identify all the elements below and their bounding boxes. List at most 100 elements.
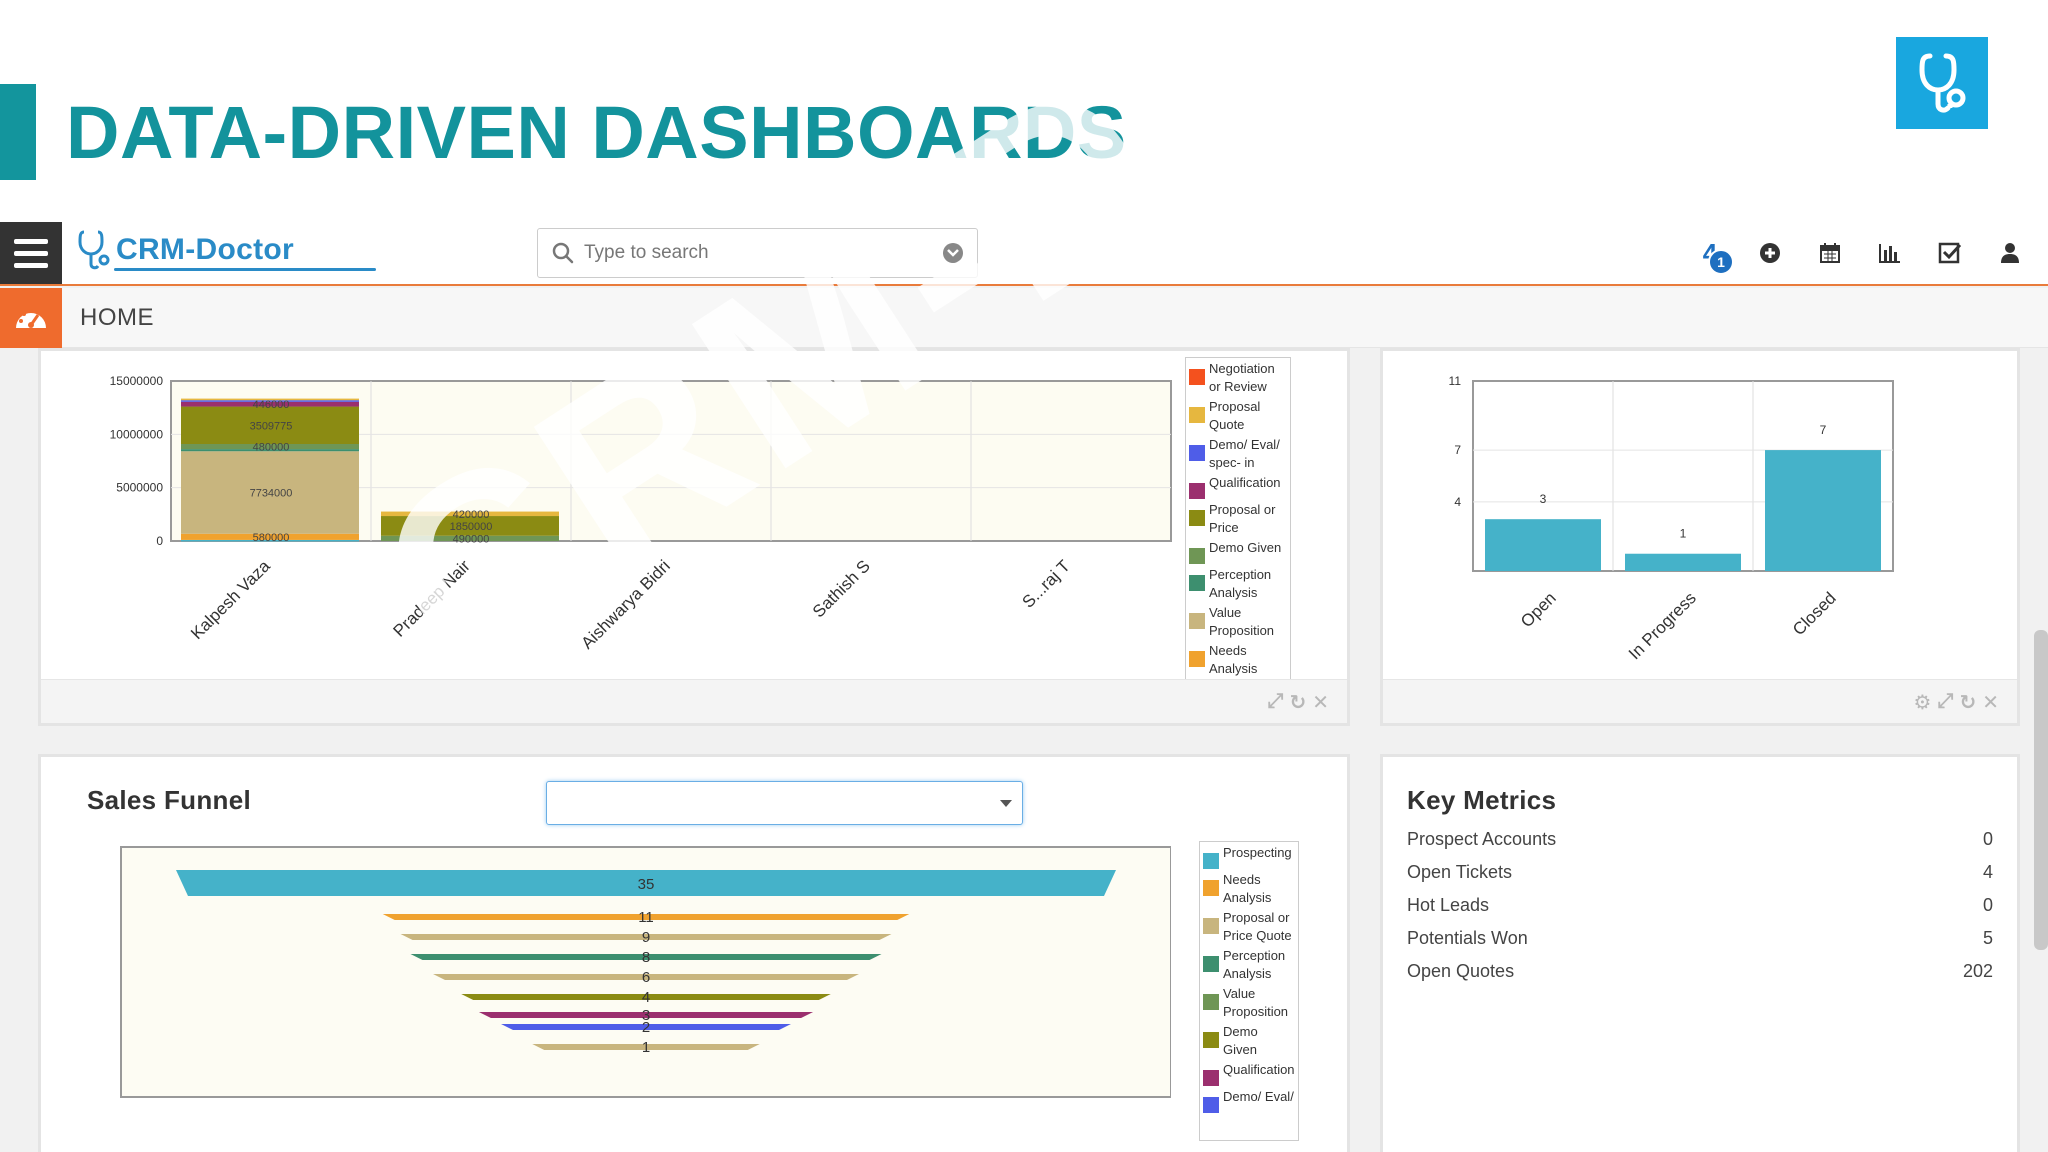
metric-row[interactable]: Open Quotes 202 xyxy=(1407,961,1993,991)
legend-swatch xyxy=(1203,1032,1219,1048)
legend-swatch xyxy=(1189,548,1205,564)
bar-chart-icon[interactable] xyxy=(1860,223,1920,283)
tickets-status-panel: 11 7 4 3 Open 1 In Progress 7 Closed ⚙ ⤢ ↻ ✕ xyxy=(1380,348,2020,726)
legend-item[interactable]: Needs Analysis xyxy=(1203,871,1295,907)
legend-item[interactable]: Value Proposition xyxy=(1203,985,1295,1021)
legend-label: Demo/ Eval/ xyxy=(1223,1089,1294,1104)
funnel-value-label: 4 xyxy=(642,989,650,1006)
page-scrollbar[interactable] xyxy=(2034,630,2048,950)
refresh-icon[interactable]: ↻ xyxy=(1289,690,1306,715)
y-tick-label: 0 xyxy=(156,534,163,548)
legend-item[interactable]: Prospecting xyxy=(1203,844,1295,869)
legend-swatch xyxy=(1189,369,1205,385)
close-icon[interactable]: ✕ xyxy=(1982,690,1999,715)
brand-stethoscope-icon xyxy=(78,230,110,270)
legend-item[interactable]: Demo/ Eval/ spec- in xyxy=(1189,436,1287,472)
slide: DATA-DRIVEN DASHBOARDS CRM-Doctor Type t… xyxy=(0,0,2048,1152)
legend-item[interactable]: Demo Given xyxy=(1189,539,1287,564)
close-icon[interactable]: ✕ xyxy=(1312,690,1329,715)
top-icon-bar: 4 1 xyxy=(1680,220,2040,286)
legend-item[interactable]: Demo/ Eval/ xyxy=(1203,1088,1295,1113)
funnel-filter-select[interactable] xyxy=(546,781,1023,825)
sales-funnel-title: Sales Funnel xyxy=(87,785,251,815)
legend-swatch xyxy=(1189,613,1205,629)
legend-item[interactable]: Perception Analysis xyxy=(1189,566,1287,602)
x-tick-label: Open xyxy=(1517,588,1560,631)
metric-row[interactable]: Hot Leads 0 xyxy=(1407,895,1993,925)
legend-label: Perception Analysis xyxy=(1223,948,1286,981)
legend-item[interactable]: Proposal or Price xyxy=(1189,501,1287,537)
notifications-icon[interactable]: 4 1 xyxy=(1680,223,1740,283)
legend-swatch xyxy=(1203,956,1219,972)
legend-item[interactable]: Qualification xyxy=(1203,1061,1295,1086)
y-tick-label: 4 xyxy=(1454,495,1461,509)
metric-row[interactable]: Potentials Won 5 xyxy=(1407,928,1993,958)
brand-name: CRM-Doctor xyxy=(116,233,294,266)
metric-row[interactable]: Prospect Accounts 0 xyxy=(1407,829,1993,859)
legend-label: Negotiation or Review xyxy=(1209,361,1275,394)
data-label: 480000 xyxy=(253,442,290,454)
user-icon[interactable] xyxy=(1980,223,2040,283)
legend-item[interactable]: Proposal Quote xyxy=(1189,398,1287,434)
data-label: 420000 xyxy=(453,509,490,521)
sales-funnel-chart: 35119864321 xyxy=(120,846,1171,1098)
legend-label: Needs Analysis xyxy=(1209,643,1258,676)
metric-row[interactable]: Open Tickets 4 xyxy=(1407,862,1993,892)
expand-icon[interactable]: ⤢ xyxy=(1937,690,1953,715)
data-label: 490000 xyxy=(453,533,490,545)
data-label: 1850000 xyxy=(450,521,493,533)
brand-logo[interactable]: CRM-Doctor xyxy=(78,228,376,272)
legend-item[interactable]: Needs Analysis xyxy=(1189,642,1287,678)
y-tick-label: 7 xyxy=(1454,443,1461,457)
legend-swatch xyxy=(1189,651,1205,667)
y-tick-label: 10000000 xyxy=(110,427,164,441)
legend-swatch xyxy=(1189,510,1205,526)
gear-icon[interactable]: ⚙ xyxy=(1914,690,1932,715)
bar xyxy=(1485,519,1601,571)
slide-title: DATA-DRIVEN DASHBOARDS xyxy=(66,91,1127,174)
legend-label: Proposal or Price xyxy=(1209,502,1276,535)
legend-item[interactable]: Value Proposition xyxy=(1189,604,1287,640)
key-metrics-title: Key Metrics xyxy=(1407,785,1557,815)
dashboard-icon[interactable] xyxy=(0,288,62,348)
legend-label: Value Proposition xyxy=(1209,605,1275,638)
panel-tools: ⚙ ⤢ ↻ ✕ xyxy=(1914,690,1999,715)
legend-swatch xyxy=(1189,483,1205,499)
breadcrumb-home[interactable]: HOME xyxy=(80,304,154,332)
pipeline-by-user-panel: 15000000 10000000 5000000 0 Kalpesh Vaza Prad… xyxy=(38,348,1350,726)
search-box[interactable] xyxy=(537,228,978,278)
pipeline-legend-items: Negotiation or Review Proposal Quote Demo/… xyxy=(1186,360,1290,680)
legend-label: Prospecting xyxy=(1223,845,1292,860)
data-label: 1 xyxy=(1680,527,1687,541)
tickets-bar-chart: 11 7 4 3 Open 1 In Progress 7 Closed xyxy=(1449,374,1894,663)
legend-item[interactable]: Qualification xyxy=(1189,474,1287,499)
legend-label: Demo Given xyxy=(1223,1024,1258,1057)
brand-underline xyxy=(114,268,376,271)
data-label: 7 xyxy=(1820,423,1827,437)
checkbox-icon[interactable] xyxy=(1920,223,1980,283)
legend-item[interactable]: Demo Given xyxy=(1203,1023,1295,1059)
funnel-legend-items: Prospecting Needs Analysis Proposal or Pri… xyxy=(1200,844,1298,1113)
legend-item[interactable]: Proposal or Price Quote xyxy=(1203,909,1295,945)
legend-swatch xyxy=(1189,575,1205,591)
x-tick-label: Pradeep Nair xyxy=(390,556,475,641)
metric-label: Prospect Accounts xyxy=(1407,829,1557,849)
y-tick-label: 15000000 xyxy=(110,374,164,388)
x-tick-label: Sathish S xyxy=(809,556,874,621)
funnel-value-label: 6 xyxy=(642,969,650,986)
legend-item[interactable]: Perception Analysis xyxy=(1203,947,1295,983)
chevron-down-icon xyxy=(1000,800,1012,807)
metric-label: Potentials Won xyxy=(1407,928,1528,948)
calendar-icon[interactable] xyxy=(1800,223,1860,283)
expand-icon[interactable]: ⤢ xyxy=(1267,690,1283,715)
menu-icon[interactable] xyxy=(0,222,62,284)
chevron-down-icon[interactable] xyxy=(943,243,963,263)
panel-tools: ⤢ ↻ ✕ xyxy=(1267,690,1329,715)
refresh-icon[interactable]: ↻ xyxy=(1959,690,1976,715)
search-input[interactable] xyxy=(584,242,943,264)
funnel-legend: Prospecting Needs Analysis Proposal or Pri… xyxy=(1199,841,1299,1141)
add-circle-icon[interactable] xyxy=(1740,223,1800,283)
stethoscope-glyph xyxy=(1919,53,1966,113)
legend-label: Proposal Quote xyxy=(1209,399,1261,432)
legend-item[interactable]: Negotiation or Review xyxy=(1189,360,1287,396)
